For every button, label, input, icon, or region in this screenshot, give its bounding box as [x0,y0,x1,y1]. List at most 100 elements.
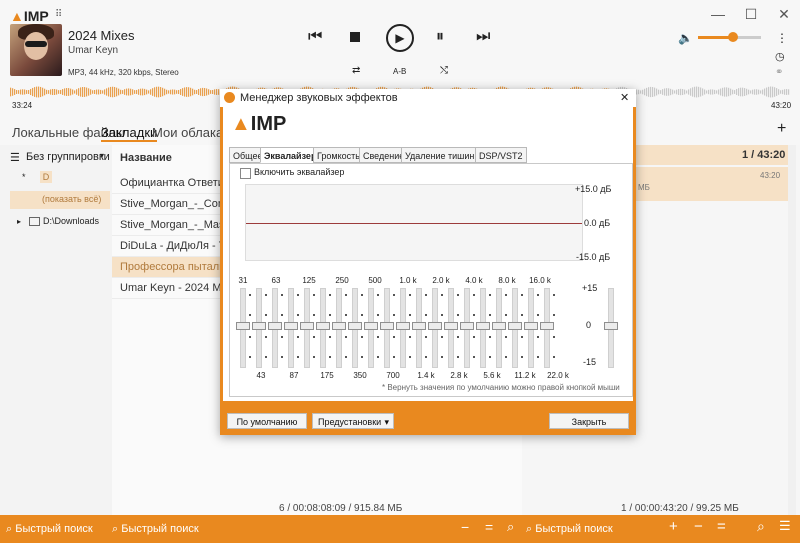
wave-bar [74,90,76,94]
folder-label[interactable]: D:\Downloads [43,216,99,226]
eq-band-knob[interactable] [332,322,346,330]
enable-eq-checkbox[interactable] [240,168,251,179]
grip-icon[interactable]: ⠿ [55,9,62,20]
eq-band-knob[interactable] [540,322,554,330]
eq-band-knob[interactable] [444,322,458,330]
eq-band-knob[interactable] [268,322,282,330]
eq-band-knob[interactable] [348,322,362,330]
show-all-item[interactable]: (показать всё) [10,191,110,209]
presets-button[interactable]: Предустановки ▾ [312,413,394,429]
eq-band-knob[interactable] [396,322,410,330]
add-tab-button[interactable]: + [777,120,786,138]
repeat-icon[interactable]: ⇄ [352,65,360,76]
eq-band-knob[interactable] [492,322,506,330]
quick-search-1[interactable]: ⌕ Быстрый поиск [6,520,106,538]
eq-tick [537,294,539,296]
logo-mark-icon: ▲ [231,113,251,135]
eq-band-knob[interactable] [284,322,298,330]
wave-bar [168,90,170,94]
play-button[interactable]: ▶ [386,24,414,52]
volume-knob[interactable] [727,32,738,42]
search-footer-icon[interactable]: ⌕ [507,519,514,535]
quick-search-2[interactable]: ⌕ Быстрый поиск [112,520,312,538]
preamp-knob[interactable] [604,322,618,330]
close-window-button[interactable]: ✕ [771,6,797,23]
presets-dropdown-icon[interactable]: ▾ [384,414,389,430]
wave-bar [788,89,790,95]
tab-equalizer[interactable]: Эквалайзер [260,147,321,163]
eq-tick [393,336,395,338]
stop-button[interactable] [350,32,360,42]
wave-bar [770,86,772,98]
eq-tick [441,314,443,316]
group-dropdown-icon[interactable]: ▾ [100,151,104,160]
dialog-titlebar[interactable]: Менеджер звуковых эффектов ✕ [220,89,636,107]
next-button[interactable]: ⏭ [476,28,490,46]
link-icon[interactable]: ⚭ [775,67,783,78]
eq-band-knob[interactable] [524,322,538,330]
quick-search-3[interactable]: ⌕ Быстрый поиск [526,520,646,538]
tab-bookmarks[interactable]: Закладки [101,125,158,142]
default-button[interactable]: По умолчанию [227,413,307,429]
equals-button[interactable]: = [485,519,493,535]
eq-band-knob[interactable] [252,322,266,330]
ab-repeat-button[interactable]: A-B [393,67,406,76]
eq-band-knob[interactable] [476,322,490,330]
eq-band-knob[interactable] [316,322,330,330]
wave-bar [768,86,770,98]
drive-badge[interactable]: D [40,171,52,183]
close-button[interactable]: Закрыть [549,413,629,429]
dialog-close-icon[interactable]: ✕ [620,89,629,107]
wave-bar [148,90,150,94]
minus-button[interactable]: − [461,519,469,535]
eq-band-knob[interactable] [380,322,394,330]
eq-tick [265,336,267,338]
eq-tick [393,356,395,358]
eq-band-knob[interactable] [428,322,442,330]
tab-volume[interactable]: Громкость [313,147,364,163]
wave-bar [644,88,646,96]
more-icon[interactable]: ⋮ [776,31,788,45]
pause-button[interactable]: ⏸ [436,28,444,46]
remove-button[interactable]: − [694,518,703,535]
wave-bar [84,87,86,97]
folder-expand-icon[interactable]: ▸ [17,217,21,226]
wave-bar [14,89,16,95]
scrollbar[interactable] [788,145,796,515]
eq-band-knob[interactable] [364,322,378,330]
eq-tick [377,314,379,316]
eq-band-knob[interactable] [460,322,474,330]
wave-bar [712,89,714,95]
group-label[interactable]: Без группировки [26,151,110,163]
wave-bar [676,89,678,95]
column-header-name[interactable]: Название [120,152,172,164]
group-menu-icon[interactable]: ☰ [10,151,20,164]
shuffle-icon[interactable]: ⤭ [440,65,448,76]
eq-tick [489,356,491,358]
sort-button[interactable]: = [717,518,726,535]
wave-bar [206,88,208,96]
tab-silence-removal[interactable]: Удаление тишины [401,147,485,163]
minimize-button[interactable]: — [705,6,731,22]
wave-bar [56,89,58,95]
band-freq-label: 31 [238,276,248,285]
eq-tick [281,294,283,296]
volume-slider[interactable] [698,32,761,42]
clock-icon[interactable]: ◷ [775,50,785,63]
eq-band-knob[interactable] [412,322,426,330]
wave-bar [64,88,66,96]
eq-band-knob[interactable] [300,322,314,330]
maximize-button[interactable]: ☐ [738,6,764,23]
previous-button[interactable]: ⏮ [308,28,322,46]
tab-my-clouds[interactable]: Мои облака [152,125,223,140]
volume-icon[interactable]: 🔈 [678,31,693,45]
menu-button[interactable]: ☰ [779,518,791,534]
eq-band-knob[interactable] [508,322,522,330]
find-button[interactable]: ⌕ [757,518,765,535]
add-button[interactable]: + [669,518,678,535]
wave-bar [160,87,162,97]
eq-band-knob[interactable] [236,322,250,330]
wave-bar [80,87,82,97]
band-freq-label: 63 [271,276,281,285]
tab-dsp-vst2[interactable]: DSP/VST2 [475,147,527,163]
